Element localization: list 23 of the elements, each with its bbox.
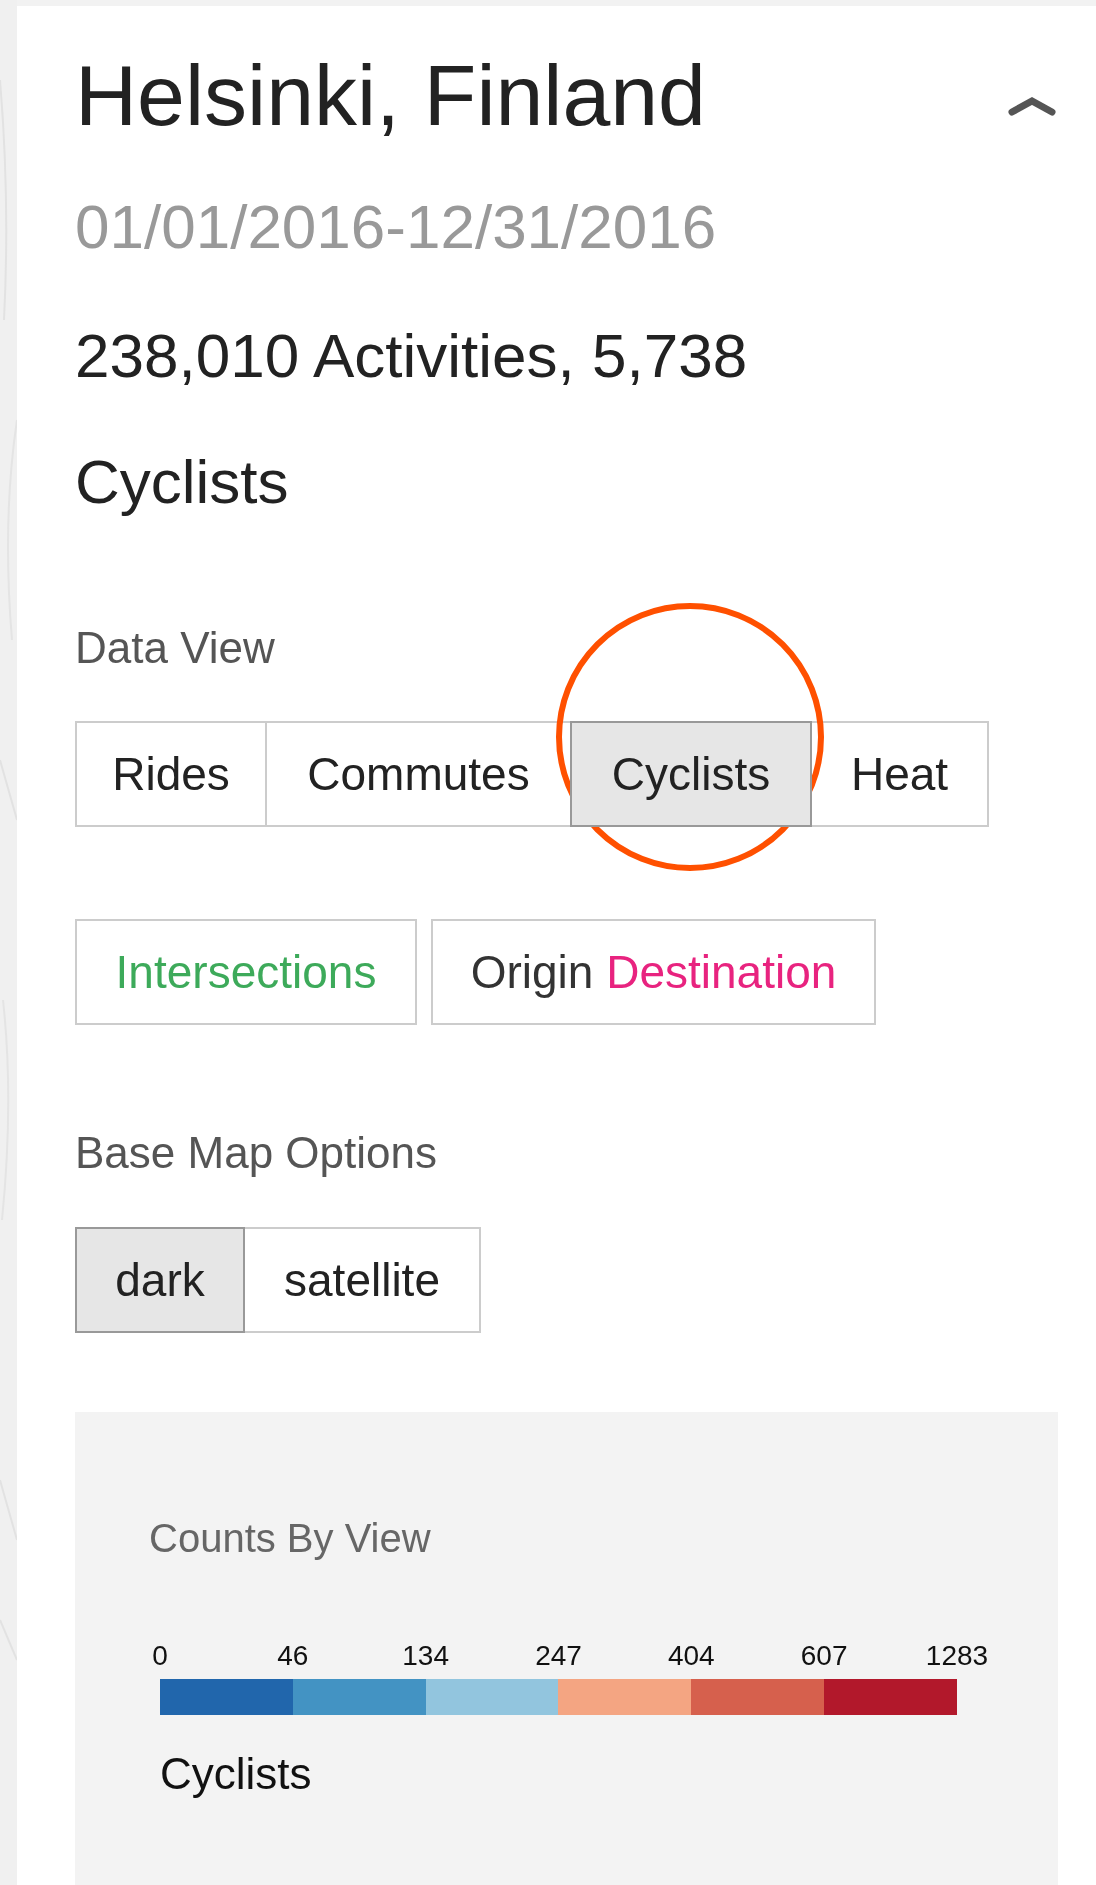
- collapse-button[interactable]: [1006, 94, 1058, 118]
- toggle-button[interactable]: satellite: [243, 1227, 481, 1333]
- section-label: Base Map Options: [75, 1131, 438, 1175]
- toggle-button[interactable]: Heat: [810, 721, 989, 827]
- tick-label: 404: [667, 1642, 715, 1670]
- tick-label: 1283: [925, 1642, 989, 1670]
- activity-summary: 238,010 Activities, 5,738 Cyclists: [75, 320, 749, 518]
- toggle-button[interactable]: Rides: [75, 721, 267, 827]
- tick-label: 46: [277, 1642, 309, 1670]
- view-button[interactable]: Origin Destination: [431, 919, 876, 1025]
- tick-label: 0: [152, 1642, 168, 1670]
- legend-caption: Cyclists: [160, 1752, 313, 1796]
- date-range: 01/01/2016-12/31/2016: [75, 196, 718, 258]
- tick-label: 607: [800, 1642, 848, 1670]
- tick-label: 247: [535, 1642, 582, 1670]
- toggle-button[interactable]: dark: [75, 1227, 245, 1333]
- toggle-button[interactable]: Cyclists: [570, 721, 812, 827]
- section-label: Data View: [75, 626, 276, 670]
- legend-title: Counts By View: [149, 1518, 432, 1558]
- toggle-button[interactable]: Commutes: [265, 721, 572, 827]
- tick-label: 134: [402, 1642, 449, 1670]
- panel-title: Helsinki, Finland: [75, 52, 706, 138]
- chevron-icon: [1006, 96, 1058, 116]
